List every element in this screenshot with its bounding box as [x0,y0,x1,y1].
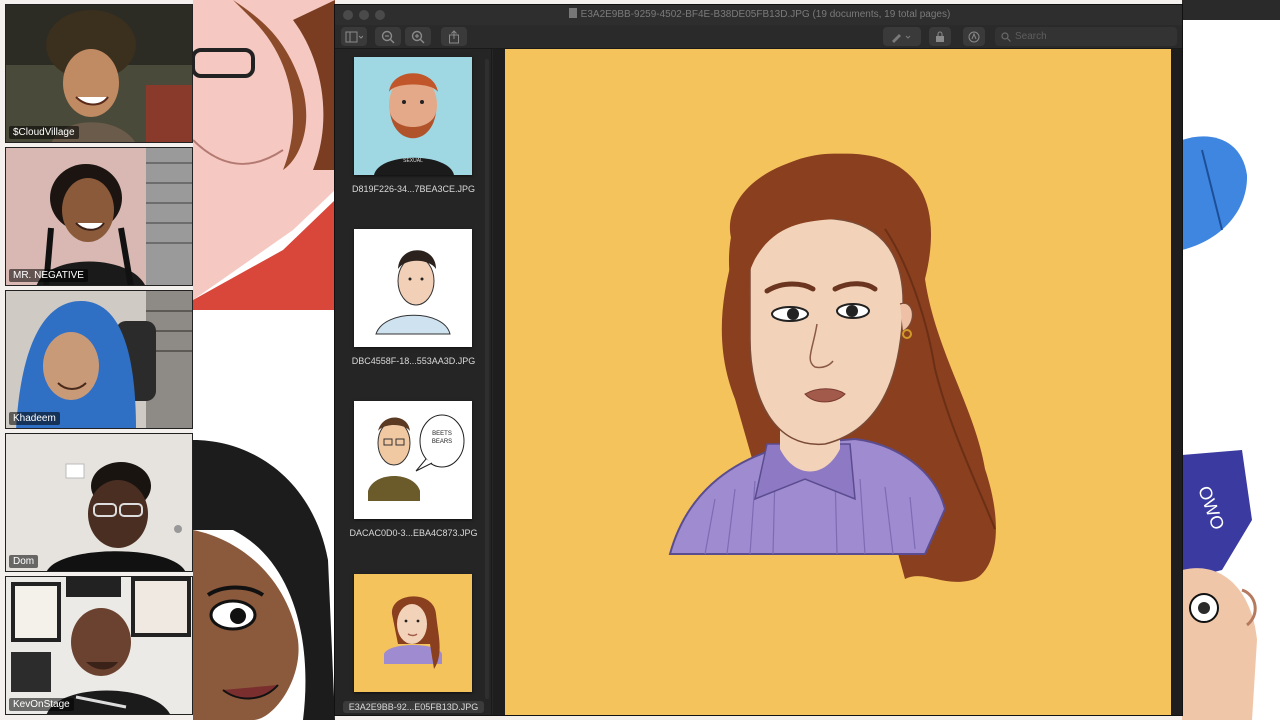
background-art-bandana-character: OWO [1182,440,1280,720]
participant-name: $CloudVillage [9,126,79,139]
window-title: E3A2E9BB-9259-4502-BF4E-B38DE05FB13D.JPG… [580,9,951,20]
participant-name: Dom [9,555,39,568]
toolbar [335,25,1182,49]
zoom-in-button[interactable] [405,27,431,46]
participant-name: KevOnStage [9,698,74,711]
search-icon [1001,31,1011,42]
window-title-container: E3A2E9BB-9259-4502-BF4E-B38DE05FB13D.JPG… [335,8,1182,20]
participant-name: MR. NEGATIVE [9,269,88,282]
sidebar-icon [345,31,363,42]
image-canvas[interactable] [493,49,1182,715]
thumbnail-label: DBC4558F-18...553AA3D.JPG [351,356,476,366]
sidebar-scrollbar[interactable] [485,59,489,699]
thumbnail-item[interactable]: DBC4558F-18...553AA3D.JPG [335,225,491,397]
zoom-out-icon [381,30,395,43]
search-input[interactable] [1015,31,1165,42]
markup-icon [968,31,980,42]
markup-toolbar-button[interactable] [963,27,985,46]
lock-icon [936,31,944,42]
zoom-in-icon [411,30,425,43]
video-tile-cloudvillage[interactable]: $CloudVillage [5,4,193,143]
video-tile-mr-negative[interactable]: MR. NEGATIVE [5,147,193,286]
main-image-woman-portrait[interactable] [505,49,1171,715]
rotate-lock-button[interactable] [929,27,951,46]
sidebar-toggle-button[interactable] [341,27,367,46]
thumbnail-label: DACAC0D0-3...EBA4C873.JPG [349,528,478,538]
background-art-blue-hair-character [1182,0,1280,440]
thumbnail-image-bearded-man[interactable]: SEXUAL [354,57,472,175]
background-art-woman-character [193,440,335,720]
document-icon [568,8,577,18]
svg-text:BEETS: BEETS [432,431,452,437]
thumbnail-item[interactable]: SEXUAL D819F226-34...7BEA3CE.JPG [335,53,491,225]
thumbnail-label: D819F226-34...7BEA3CE.JPG [351,184,476,194]
svg-text:SEXUAL: SEXUAL [403,158,423,164]
svg-text:BEARS: BEARS [432,439,452,445]
zoom-out-button[interactable] [375,27,401,46]
thumbnail-item-selected[interactable]: E3A2E9BB-92...E05FB13D.JPG [335,570,491,715]
thumbnail-sidebar[interactable]: SEXUAL D819F226-34...7BEA3CE.JPG DBC4558… [335,49,492,715]
participant-name: Khadeem [9,412,60,425]
thumbnail-image-glasses-man[interactable]: BEETS BEARS [354,401,472,519]
thumbnail-image-woman-portrait[interactable] [354,574,472,692]
video-tile-kevonstage[interactable]: KevOnStage [5,576,193,715]
pen-icon [892,33,911,43]
search-field[interactable] [995,27,1177,46]
markup-pen-button[interactable] [883,27,921,46]
share-icon [449,29,459,43]
share-button[interactable] [441,27,467,46]
title-bar[interactable]: E3A2E9BB-9259-4502-BF4E-B38DE05FB13D.JPG… [335,5,1182,25]
video-tile-dom[interactable]: Dom [5,433,193,572]
video-participants: $CloudVillage MR. NEGATIVE Khadeem Dom K… [5,4,193,716]
thumbnail-image-man-in-shirt[interactable] [354,229,472,347]
background-art-glasses-character [193,0,335,440]
screen: OWO $CloudVillage MR. NEGATIVE Khadeem D… [0,0,1280,720]
preview-window: E3A2E9BB-9259-4502-BF4E-B38DE05FB13D.JPG… [334,4,1183,716]
thumbnail-item[interactable]: BEETS BEARS DACAC0D0-3...EBA4C873.JPG [335,397,491,569]
thumbnail-label: E3A2E9BB-92...E05FB13D.JPG [343,701,484,713]
video-tile-khadeem[interactable]: Khadeem [5,290,193,429]
